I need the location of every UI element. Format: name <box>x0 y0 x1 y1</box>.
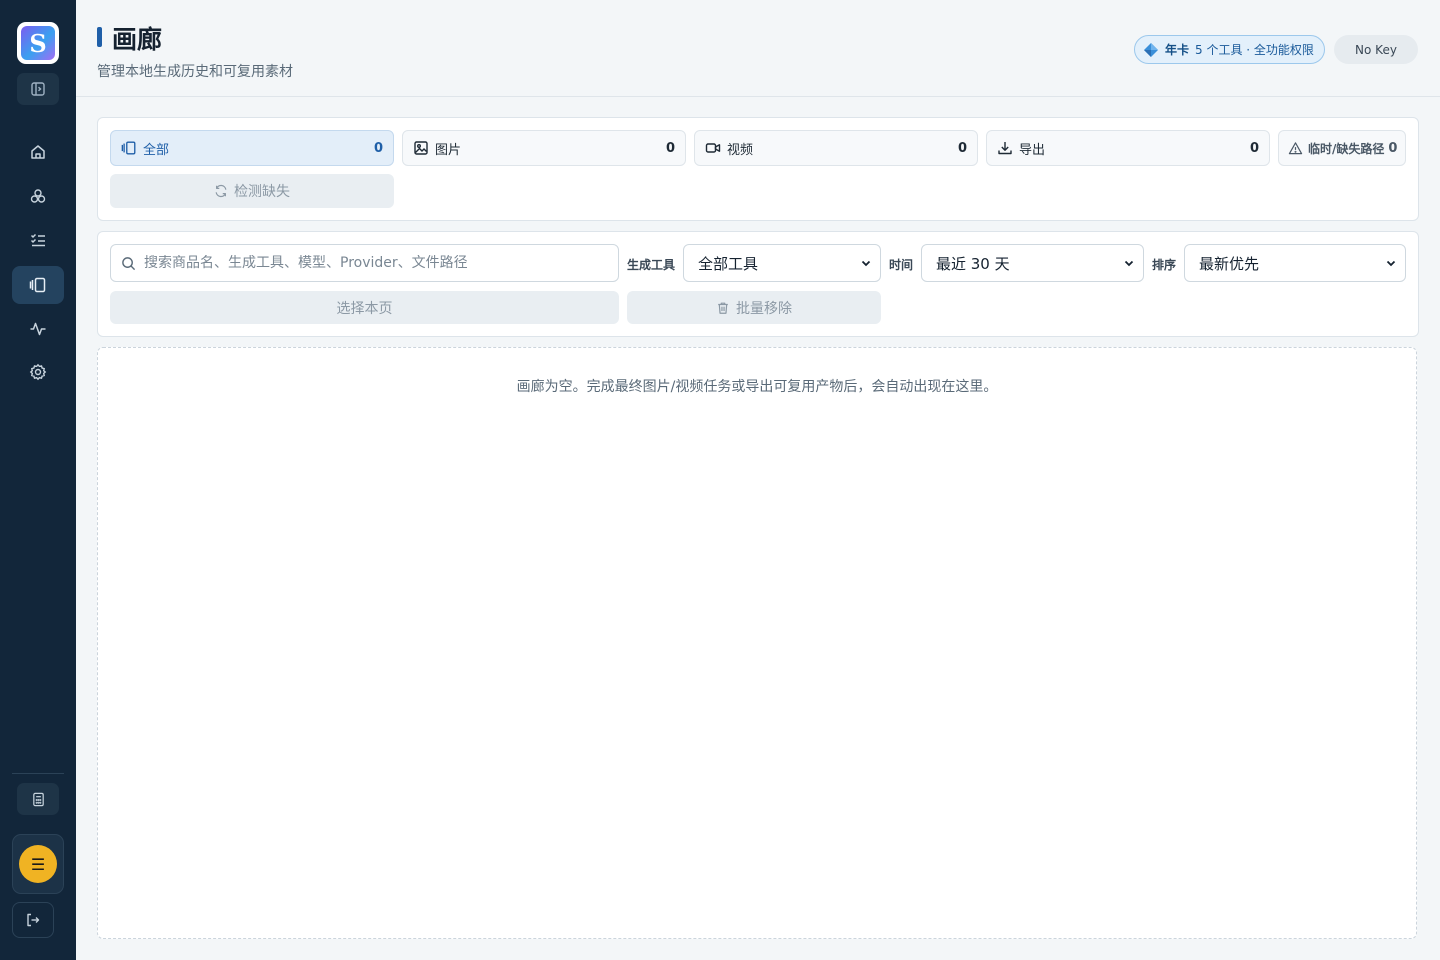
sort-label: 排序 <box>1152 258 1177 272</box>
menu-icon: ☰ <box>30 854 46 874</box>
sort-select[interactable]: 最新优先 <box>1184 244 1406 282</box>
check-missing-button[interactable]: 检测缺失 <box>110 174 394 208</box>
modules-icon <box>30 189 46 203</box>
gallery-grid: 画廊为空。完成最终图片/视频任务或导出可复用产物后，会自动出现在这里。 <box>97 347 1417 939</box>
image-icon <box>413 140 429 156</box>
avatar[interactable]: ☰ <box>19 845 57 883</box>
logout-icon <box>27 913 40 927</box>
settings-icon <box>29 363 47 381</box>
sidebar-item-modules[interactable] <box>12 177 64 215</box>
sidebar-item-activity[interactable] <box>12 310 64 348</box>
select-page-button[interactable]: 选择本页 <box>110 291 619 324</box>
tool-filter-select[interactable]: 全部工具 <box>683 244 881 282</box>
title-accent-bar <box>97 27 102 47</box>
tab-temp-missing[interactable]: 临时/缺失路径 0 <box>1278 130 1406 166</box>
category-filter-card: 全部 0 图片 0 视频 0 导出 0 临时/缺失路径 0 检测缺失 <box>97 117 1419 221</box>
sidebar-item-home[interactable] <box>12 133 64 171</box>
video-icon <box>705 140 721 156</box>
tab-count: 0 <box>665 140 675 156</box>
page-header: 画廊 管理本地生成历史和可复用素材 年卡 5 个工具 · 全功能权限 No Ke… <box>76 0 1440 97</box>
plan-description: 5 个工具 · 全功能权限 <box>1195 43 1314 57</box>
sort-value: 最新优先 <box>1199 254 1260 273</box>
plan-badge[interactable]: 年卡 5 个工具 · 全功能权限 <box>1134 35 1325 64</box>
time-filter-value: 最近 30 天 <box>936 254 1010 273</box>
time-filter-select[interactable]: 最近 30 天 <box>921 244 1144 282</box>
chevron-down-icon <box>861 260 871 267</box>
chevron-down-icon <box>1386 260 1396 267</box>
warning-icon <box>1288 140 1303 156</box>
gallery-icon <box>121 140 137 156</box>
page-subtitle: 管理本地生成历史和可复用素材 <box>97 64 293 80</box>
search-input[interactable] <box>144 255 608 271</box>
trash-icon <box>718 302 728 314</box>
tab-label: 临时/缺失路径 <box>1308 141 1385 156</box>
tool-filter-label: 生成工具 <box>627 258 676 272</box>
plan-name: 年卡 <box>1165 43 1190 57</box>
tab-count: 0 <box>373 140 383 156</box>
calculator-icon <box>32 792 44 806</box>
page-title: 画廊 <box>112 25 163 54</box>
batch-remove-label: 批量移除 <box>736 300 792 317</box>
diamond-icon <box>1144 42 1158 57</box>
sidebar-item-settings[interactable] <box>12 353 64 391</box>
batch-remove-button[interactable]: 批量移除 <box>627 291 881 324</box>
tab-images[interactable]: 图片 0 <box>402 130 686 166</box>
search-icon <box>122 256 136 270</box>
tab-label: 图片 <box>435 142 462 158</box>
calculator-button[interactable] <box>17 783 59 815</box>
logo-letter: S <box>21 26 55 60</box>
tab-count: 0 <box>957 140 967 156</box>
tab-all[interactable]: 全部 0 <box>110 130 394 166</box>
check-missing-label: 检测缺失 <box>234 184 290 200</box>
sidebar: S ☰ <box>0 0 76 960</box>
refresh-icon <box>215 184 227 198</box>
api-key-status[interactable]: No Key <box>1334 35 1418 64</box>
search-filter-card: 生成工具 全部工具 时间 最近 30 天 排序 最新优先 选择本页 批量移除 <box>97 231 1419 337</box>
gallery-icon <box>29 277 46 293</box>
home-icon <box>31 145 45 159</box>
sidebar-item-tasks[interactable] <box>12 221 64 259</box>
tab-label: 视频 <box>727 142 754 158</box>
sidebar-item-gallery[interactable] <box>12 266 64 304</box>
time-filter-label: 时间 <box>889 258 914 272</box>
tab-label: 全部 <box>143 142 170 158</box>
search-box[interactable] <box>110 244 619 282</box>
tab-exports[interactable]: 导出 0 <box>986 130 1270 166</box>
user-menu[interactable]: ☰ <box>12 834 64 894</box>
select-page-label: 选择本页 <box>336 300 393 317</box>
empty-state-message: 画廊为空。完成最终图片/视频任务或导出可复用产物后，会自动出现在这里。 <box>516 379 998 395</box>
logout-button[interactable] <box>12 902 54 938</box>
sidebar-toggle-icon <box>31 82 45 96</box>
app-logo[interactable]: S <box>17 22 59 64</box>
tool-filter-value: 全部工具 <box>698 254 759 273</box>
tab-label: 导出 <box>1019 142 1046 158</box>
sidebar-toggle-button[interactable] <box>17 73 59 105</box>
download-icon <box>997 140 1013 156</box>
tab-videos[interactable]: 视频 0 <box>694 130 978 166</box>
sidebar-divider <box>12 773 64 774</box>
tasks-icon <box>30 233 45 247</box>
activity-icon <box>30 322 46 336</box>
chevron-down-icon <box>1124 260 1134 267</box>
tab-count: 0 <box>1249 140 1259 156</box>
tab-count: 0 <box>1388 140 1398 156</box>
